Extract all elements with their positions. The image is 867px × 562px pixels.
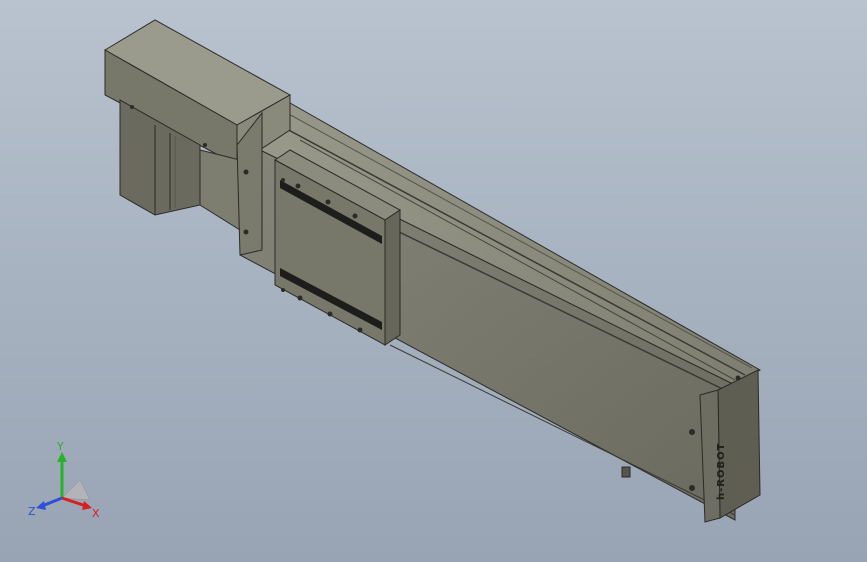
z-axis-arrow xyxy=(36,501,46,510)
end-cap-logo: h-ROBOT xyxy=(716,443,727,500)
motor-screw-1 xyxy=(130,105,134,109)
carriage-screw-3 xyxy=(352,213,358,219)
z-axis-line xyxy=(41,496,63,508)
flange-screw-2 xyxy=(243,229,249,235)
y-axis-arrow xyxy=(57,452,67,462)
y-axis-label: Y xyxy=(56,440,64,453)
end-cap-screw-1 xyxy=(689,429,695,435)
end-cap-screw-3 xyxy=(735,375,741,381)
carriage-screw-5 xyxy=(327,311,333,317)
carriage-side xyxy=(384,209,401,346)
x-axis-arrow xyxy=(82,501,92,510)
carriage-screw-2 xyxy=(325,199,331,205)
flange-screw-1 xyxy=(243,169,249,175)
axis-triad[interactable]: Y X Z xyxy=(20,440,110,530)
end-cap-screw-2 xyxy=(689,485,695,491)
motor-coupling xyxy=(199,149,241,231)
motor-screw-2 xyxy=(203,143,207,147)
carriage-screw-7 xyxy=(281,178,285,182)
carriage-screw-8 xyxy=(281,288,285,292)
linear-actuator-model[interactable]: h-ROBOT xyxy=(0,0,867,562)
triad-base xyxy=(61,479,91,501)
end-cap-tab xyxy=(621,466,631,478)
x-axis-label: X xyxy=(92,507,100,520)
carriage-screw-4 xyxy=(297,295,303,301)
carriage-screw-6 xyxy=(357,327,363,333)
cad-viewport[interactable]: h-ROBOT Y X Z xyxy=(0,0,867,562)
z-axis-label: Z xyxy=(28,505,36,518)
carriage-screw-1 xyxy=(295,183,301,189)
